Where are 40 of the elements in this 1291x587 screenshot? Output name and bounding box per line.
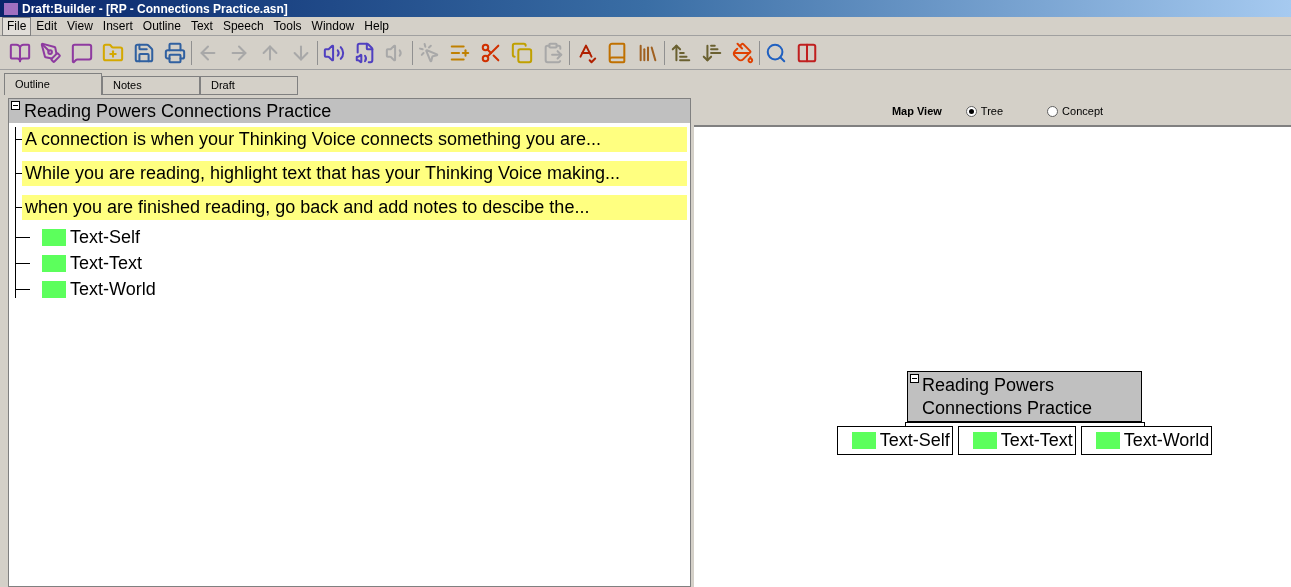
menu-item[interactable]: Outline — [137, 16, 186, 36]
map-view-label: Map View — [891, 104, 942, 120]
outline-note[interactable]: While you are reading, highlight text that has your Thinking Voice making... — [22, 161, 687, 186]
tab[interactable]: Notes — [102, 76, 200, 95]
tab[interactable]: Outline — [4, 73, 102, 95]
outline-note[interactable]: when you are finished reading, go back and add notes to descibe the... — [22, 195, 687, 220]
radio-button[interactable] — [965, 106, 977, 117]
menu-item[interactable]: Speech — [217, 16, 269, 36]
menu-item[interactable]: Text — [185, 16, 218, 36]
radio-option[interactable]: Tree — [965, 103, 1004, 120]
collapse-icon[interactable] — [910, 374, 919, 383]
paint-bucket-icon[interactable] — [731, 40, 755, 65]
menu-item[interactable]: Tools — [268, 16, 307, 36]
outline-title: Reading Powers Connections Practice — [24, 99, 332, 123]
map-node[interactable]: Text-Text — [957, 426, 1076, 455]
map-node[interactable]: Text-World — [1080, 426, 1213, 455]
menu-item[interactable]: Help — [359, 16, 394, 36]
tab[interactable]: Draft — [200, 76, 298, 95]
map-node-label: Text-Text — [1000, 429, 1073, 452]
printer-icon[interactable] — [163, 40, 187, 65]
map-node-label: Text-World — [1123, 429, 1210, 452]
outline-topic[interactable]: Text-World — [70, 275, 156, 303]
outline-topic[interactable]: Text-Text — [70, 249, 143, 277]
radio-button[interactable] — [1047, 106, 1059, 117]
menu-item[interactable]: Window — [306, 16, 360, 36]
map-node-label: Text-Self — [879, 429, 950, 452]
menu-item[interactable]: Insert — [97, 16, 138, 36]
window-title: Draft:Builder - [RP - Connections Practice.asn] — [22, 0, 288, 18]
menu-item[interactable]: Edit — [31, 16, 63, 36]
map-node[interactable]: Text-Self — [836, 426, 953, 455]
outline-title-row[interactable]: Reading Powers Connections Practice — [9, 99, 690, 123]
radio-option[interactable]: Concept — [1047, 103, 1104, 120]
map-root-title: Reading Powers Connections Practice — [922, 374, 1093, 420]
app-icon — [4, 2, 18, 15]
outline-topic[interactable]: Text-Self — [70, 223, 141, 251]
pen-icon[interactable] — [39, 40, 63, 65]
collapse-icon[interactable] — [11, 101, 20, 110]
menu-item[interactable]: View — [62, 16, 98, 36]
outline-note[interactable]: A connection is when your Thinking Voice connects something you are... — [22, 127, 687, 152]
map-root-node[interactable]: Reading Powers Connections Practice — [907, 371, 1142, 422]
